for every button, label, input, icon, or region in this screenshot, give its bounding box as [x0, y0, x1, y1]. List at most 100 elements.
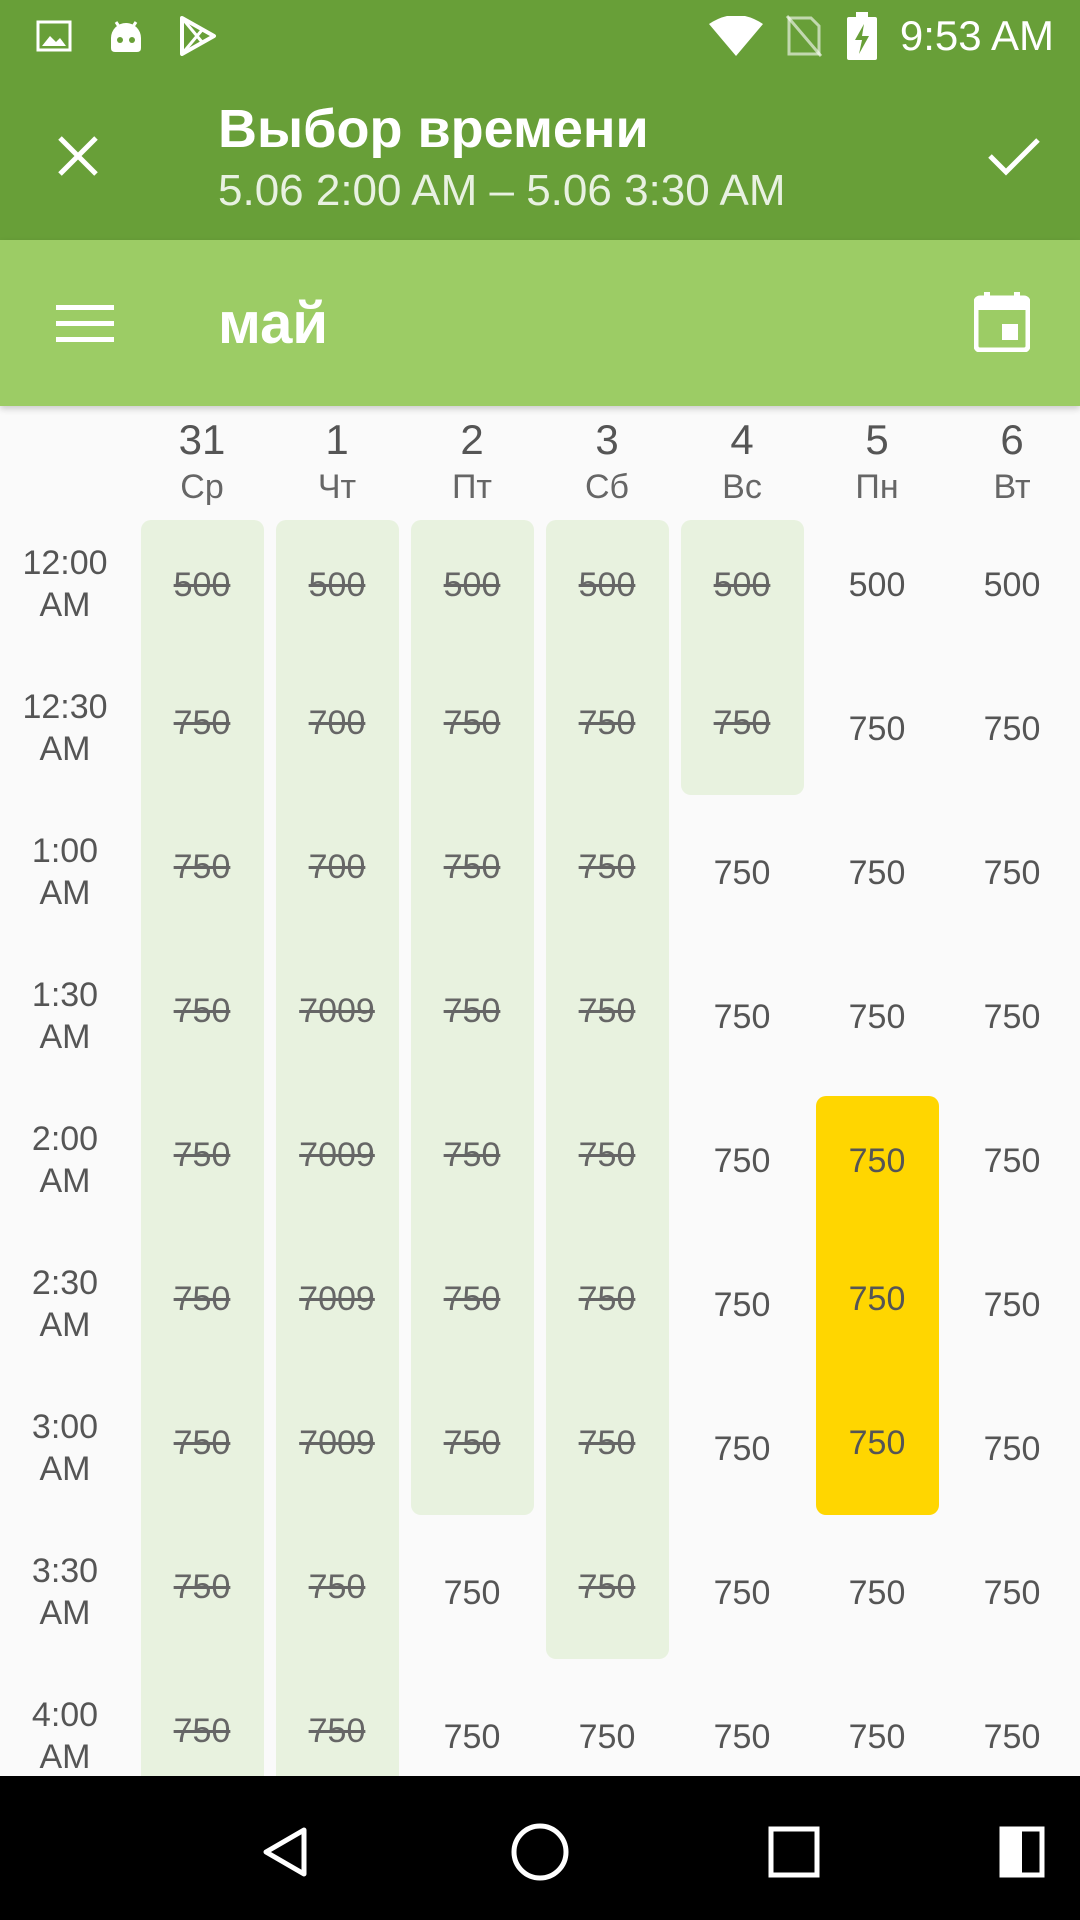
- time-slot[interactable]: 750: [411, 1672, 534, 1776]
- time-slot-booked: 750: [410, 651, 534, 795]
- time-slot-booked: 7009: [275, 1227, 399, 1371]
- time-label: 12:30 AM: [22, 688, 108, 768]
- time-slot[interactable]: 750: [816, 1672, 939, 1776]
- selected-range: 5.06 2:00 AM – 5.06 3:30 AM: [218, 166, 786, 215]
- day-header[interactable]: 1 Чт: [277, 406, 397, 516]
- time-slot-booked: 750: [140, 1083, 264, 1227]
- day-number: 1: [325, 416, 349, 463]
- time-label: 3:30 AM: [31, 1552, 99, 1632]
- day-number: 2: [460, 416, 484, 463]
- page-title: Выбор времени: [218, 99, 649, 159]
- time-slot[interactable]: 750: [816, 1528, 939, 1659]
- day-header[interactable]: 2 Пт: [412, 406, 532, 516]
- recents-icon[interactable]: [754, 1812, 834, 1892]
- check-icon[interactable]: [976, 118, 1052, 194]
- time-slot-booked: 750: [410, 1227, 534, 1371]
- no-sim-icon: [782, 15, 826, 57]
- time-label: 4:00 AM: [31, 1696, 99, 1776]
- time-slot-booked: 750: [410, 1371, 534, 1515]
- time-slot-booked: 750: [545, 1083, 669, 1227]
- day-number: 6: [1000, 416, 1024, 463]
- time-slot[interactable]: 750: [951, 1672, 1074, 1776]
- time-slot[interactable]: 750: [816, 808, 939, 939]
- time-slot-booked: 750: [140, 939, 264, 1083]
- time-slot-booked: 500: [545, 520, 669, 651]
- time-slot-booked: 500: [140, 520, 264, 651]
- day-header[interactable]: 31 Ср: [142, 406, 262, 516]
- wifi-icon: [708, 16, 764, 56]
- menu-icon[interactable]: [50, 290, 120, 356]
- time-slot-booked: 700: [275, 795, 399, 939]
- time-slot[interactable]: 750: [681, 1528, 804, 1659]
- day-header[interactable]: 5 Пн: [817, 406, 937, 516]
- time-slot[interactable]: 750: [681, 952, 804, 1083]
- close-icon[interactable]: [40, 118, 116, 194]
- time-slot[interactable]: 750: [546, 1672, 669, 1776]
- day-name: Пт: [451, 468, 492, 506]
- status-bar: 9:53 AM: [0, 0, 1080, 72]
- day-number: 4: [730, 416, 754, 463]
- time-slot[interactable]: 500: [951, 520, 1074, 651]
- time-slot[interactable]: 750: [951, 952, 1074, 1083]
- time-slot-booked: 750: [410, 939, 534, 1083]
- time-slot-booked: 750: [545, 1227, 669, 1371]
- clock: 9:53 AM: [899, 12, 1054, 59]
- time-slot-booked: 7009: [275, 939, 399, 1083]
- time-slot-booked: 750: [545, 651, 669, 795]
- time-slot-booked: 750: [140, 1659, 264, 1776]
- time-slot-booked: 750: [275, 1515, 399, 1659]
- time-slot[interactable]: 750: [951, 808, 1074, 939]
- time-slot[interactable]: 750: [816, 952, 939, 1083]
- home-icon[interactable]: [500, 1812, 580, 1892]
- time-slot[interactable]: 750: [681, 1672, 804, 1776]
- toolbar: Выбор времени 5.06 2:00 AM – 5.06 3:30 A…: [0, 72, 1080, 240]
- time-slot-booked: 700: [275, 651, 399, 795]
- time-slot-booked: 500: [275, 520, 399, 651]
- image-icon: [34, 16, 74, 56]
- time-slot-booked: 750: [275, 1659, 399, 1776]
- time-slot-booked: 750: [545, 1515, 669, 1659]
- day-header[interactable]: 6 Вт: [952, 406, 1072, 516]
- battery-charging-icon: [844, 12, 880, 60]
- time-label: 2:30 AM: [31, 1264, 99, 1344]
- day-name: Вт: [993, 468, 1031, 506]
- time-slot-selected[interactable]: 750: [815, 1096, 939, 1227]
- play-store-icon: [176, 16, 220, 56]
- time-slot-booked: 750: [410, 1083, 534, 1227]
- day-name: Чт: [317, 468, 357, 506]
- time-label: 1:00 AM: [31, 832, 99, 912]
- time-slot[interactable]: 750: [681, 1240, 804, 1371]
- time-slot-booked: 750: [545, 939, 669, 1083]
- calendar-icon[interactable]: [964, 284, 1040, 360]
- day-number: 5: [865, 416, 889, 463]
- time-slot[interactable]: 750: [951, 1528, 1074, 1659]
- day-name: Вс: [722, 468, 762, 506]
- back-icon[interactable]: [246, 1812, 326, 1892]
- day-header[interactable]: 4 Вс: [682, 406, 802, 516]
- navigation-bar: [0, 1776, 1080, 1920]
- day-header[interactable]: 3 Сб: [547, 406, 667, 516]
- day-number: 3: [595, 416, 619, 463]
- time-slot[interactable]: 750: [951, 1096, 1074, 1227]
- time-slot[interactable]: 750: [681, 1384, 804, 1515]
- time-slot[interactable]: 750: [681, 808, 804, 939]
- time-slot-booked: 750: [545, 795, 669, 939]
- time-slot-booked: 750: [545, 1371, 669, 1515]
- android-icon: [106, 16, 146, 56]
- time-slot-selected[interactable]: 750: [815, 1371, 939, 1515]
- time-slot[interactable]: 750: [951, 1384, 1074, 1515]
- time-slot-selected[interactable]: 750: [815, 1227, 939, 1371]
- time-slot-booked: 750: [410, 795, 534, 939]
- time-slot-grid: 31 Ср 1 Чт 2 Пт 3 Сб 4 Вс 5 Пн 6 Вт 12:00 AM 500 500 500 50…: [0, 406, 1080, 1776]
- split-screen-icon[interactable]: [982, 1812, 1062, 1892]
- time-slot[interactable]: 750: [411, 1528, 534, 1659]
- time-slot[interactable]: 500: [816, 520, 939, 651]
- time-slot[interactable]: 750: [951, 1240, 1074, 1371]
- month-bar: май: [0, 240, 1080, 406]
- time-slot[interactable]: 750: [951, 664, 1074, 795]
- time-slot[interactable]: 750: [681, 1096, 804, 1227]
- time-slot-booked: 7009: [275, 1083, 399, 1227]
- month-title: май: [218, 291, 329, 356]
- time-slot[interactable]: 750: [816, 664, 939, 795]
- day-name: Пн: [855, 468, 899, 506]
